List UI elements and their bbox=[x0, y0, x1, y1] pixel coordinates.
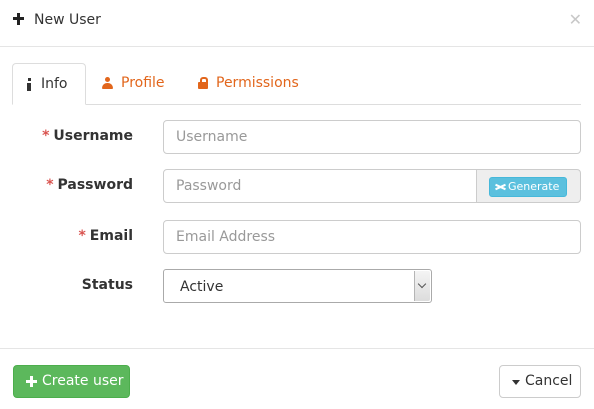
dialog-footer: Create user Cancel bbox=[0, 348, 594, 409]
required-marker: * bbox=[78, 228, 86, 244]
required-marker: * bbox=[42, 128, 50, 144]
generate-label: Generate bbox=[508, 180, 560, 193]
lock-icon bbox=[198, 77, 208, 89]
tab-info-label: Info bbox=[41, 76, 68, 92]
shuffle-icon bbox=[495, 182, 506, 192]
status-label: Status bbox=[81, 277, 133, 293]
dialog-title: New User bbox=[34, 12, 101, 28]
plus-icon bbox=[12, 12, 26, 26]
status-value: Active bbox=[180, 279, 224, 295]
new-user-dialog: New User ✕ Info Profile Permissions * Use… bbox=[0, 0, 594, 409]
tab-profile-label: Profile bbox=[121, 75, 165, 91]
generate-password-button[interactable]: Generate bbox=[489, 177, 567, 197]
info-icon bbox=[27, 78, 33, 91]
required-marker: * bbox=[46, 177, 54, 193]
user-icon bbox=[102, 77, 113, 89]
username-label: * Username bbox=[42, 128, 133, 144]
email-label: * Email bbox=[78, 228, 133, 244]
password-addon: Generate bbox=[476, 169, 581, 203]
tab-permissions-label: Permissions bbox=[216, 75, 299, 91]
create-user-label: Create user bbox=[42, 373, 124, 389]
password-label: * Password bbox=[46, 177, 133, 193]
tab-info[interactable]: Info bbox=[12, 63, 86, 105]
plus-icon bbox=[26, 376, 37, 387]
username-input[interactable] bbox=[163, 120, 581, 154]
password-input[interactable] bbox=[163, 169, 477, 203]
tab-permissions[interactable]: Permissions bbox=[198, 63, 299, 105]
caret-down-icon bbox=[512, 380, 520, 385]
create-user-button[interactable]: Create user bbox=[13, 365, 130, 398]
email-input[interactable] bbox=[163, 220, 581, 254]
cancel-label: Cancel bbox=[525, 373, 573, 389]
dialog-header: New User ✕ bbox=[0, 0, 594, 47]
close-icon[interactable]: ✕ bbox=[569, 10, 582, 29]
chevron-down-icon bbox=[417, 279, 427, 289]
status-select[interactable]: Active bbox=[163, 269, 432, 303]
tab-profile[interactable]: Profile bbox=[102, 63, 165, 105]
tab-bar: Info Profile Permissions bbox=[12, 63, 581, 105]
select-arrow bbox=[414, 271, 430, 301]
password-group: Generate bbox=[163, 169, 581, 203]
cancel-button[interactable]: Cancel bbox=[499, 365, 581, 398]
